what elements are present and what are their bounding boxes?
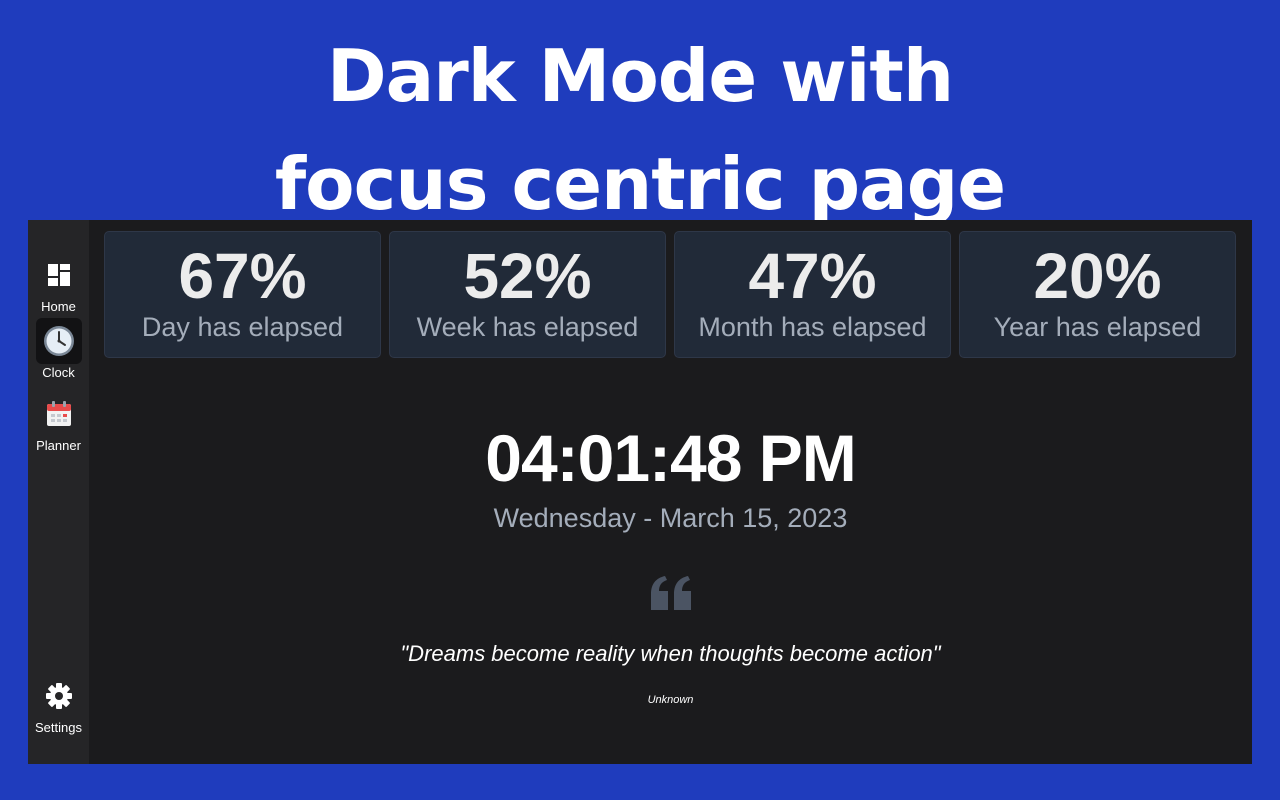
stat-value: 67%: [178, 240, 307, 312]
sidebar-item-label: Home: [41, 299, 76, 314]
quote-icon: [89, 576, 1252, 610]
sidebar: Home Clock Planner Settings: [28, 220, 89, 764]
stat-value: 47%: [748, 240, 877, 312]
stats-row: 67% Day has elapsed 52% Week has elapsed…: [104, 231, 1236, 358]
quote-author: Unknown: [647, 694, 694, 706]
clock-date: Wednesday - March 15, 2023: [493, 503, 848, 533]
stat-label: Month has elapsed: [698, 312, 927, 342]
sidebar-item-label: Settings: [35, 720, 82, 735]
app-window: Home Clock Planner Settings 67% Day has …: [28, 220, 1252, 764]
stat-value: 20%: [1033, 240, 1162, 312]
sidebar-item-clock[interactable]: Clock: [28, 318, 89, 380]
sidebar-item-planner[interactable]: Planner: [28, 391, 89, 453]
calendar-icon: [36, 391, 82, 437]
stat-label: Week has elapsed: [416, 312, 639, 342]
dashboard-icon: [36, 252, 82, 298]
stat-card-month: 47% Month has elapsed: [674, 231, 951, 358]
banner-title-line-1: Dark Mode with: [326, 34, 954, 118]
stat-label: Year has elapsed: [993, 312, 1202, 342]
sidebar-item-home[interactable]: Home: [28, 252, 89, 314]
sidebar-item-label: Planner: [36, 438, 81, 453]
clock-time: 04:01:48 PM: [485, 421, 857, 495]
quote-text: "Dreams become reality when thoughts bec…: [400, 641, 941, 666]
gear-icon: [36, 673, 82, 719]
stat-value: 52%: [463, 240, 592, 312]
main-content: 67% Day has elapsed 52% Week has elapsed…: [89, 220, 1252, 764]
stat-card-year: 20% Year has elapsed: [959, 231, 1236, 358]
sidebar-item-label: Clock: [42, 365, 75, 380]
stat-card-day: 67% Day has elapsed: [104, 231, 381, 358]
clock-icon: [35, 318, 82, 364]
stat-card-week: 52% Week has elapsed: [389, 231, 666, 358]
stat-label: Day has elapsed: [141, 312, 344, 342]
banner-title: Dark Mode with focus centric page: [0, 22, 1280, 238]
sidebar-item-settings[interactable]: Settings: [28, 673, 89, 735]
